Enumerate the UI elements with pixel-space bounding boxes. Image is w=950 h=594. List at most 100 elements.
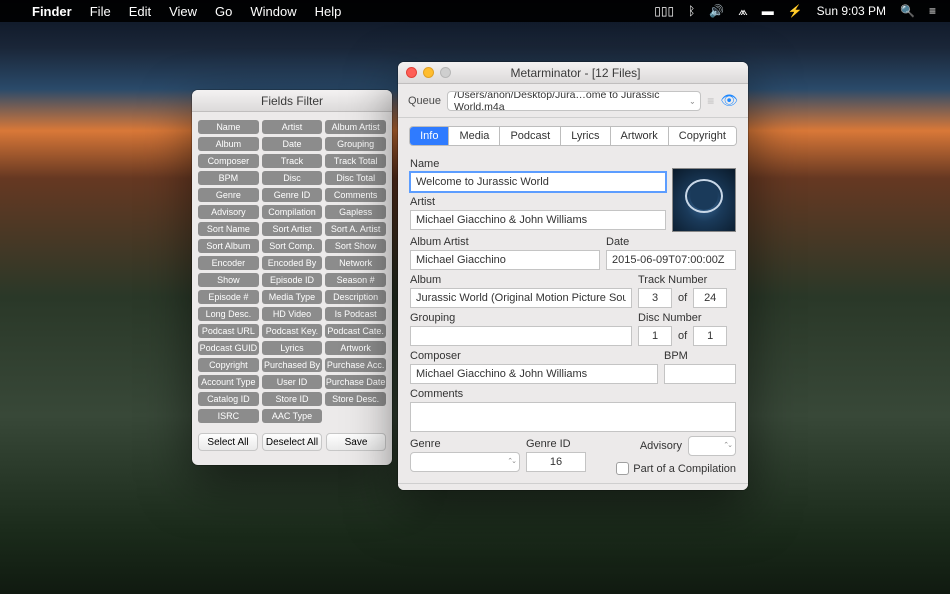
- field-pill[interactable]: Copyright: [198, 358, 259, 372]
- genre-select[interactable]: [410, 452, 520, 472]
- field-pill[interactable]: Advisory: [198, 205, 259, 219]
- charge-icon[interactable]: ⚡: [788, 4, 803, 18]
- field-pill[interactable]: Description: [325, 290, 386, 304]
- field-pill[interactable]: Sort Album: [198, 239, 259, 253]
- field-pill[interactable]: Composer: [198, 154, 259, 168]
- spotlight-icon[interactable]: 🔍: [900, 4, 915, 18]
- disc-no-field[interactable]: [638, 326, 672, 346]
- artist-field[interactable]: [410, 210, 666, 230]
- queue-combo[interactable]: /Users/anon/Desktop/Jura…ome to Jurassic…: [447, 91, 701, 111]
- fields-save-button[interactable]: Save: [326, 433, 386, 451]
- field-pill[interactable]: Podcast Key.: [262, 324, 323, 338]
- field-pill[interactable]: Network: [325, 256, 386, 270]
- field-pill[interactable]: Catalog ID: [198, 392, 259, 406]
- field-pill[interactable]: Sort Name: [198, 222, 259, 236]
- field-pill[interactable]: Date: [262, 137, 323, 151]
- minimize-button[interactable]: [423, 67, 434, 78]
- help-menu[interactable]: Help: [315, 4, 342, 19]
- go-menu[interactable]: Go: [215, 4, 232, 19]
- wifi-icon[interactable]: ⩕: [738, 4, 747, 19]
- field-pill[interactable]: Purchase Date: [325, 375, 386, 389]
- deselect-all-button[interactable]: Deselect All: [262, 433, 322, 451]
- compilation-checkbox[interactable]: [616, 462, 629, 475]
- field-pill[interactable]: Album Artist: [325, 120, 386, 134]
- tab-media[interactable]: Media: [449, 127, 500, 145]
- artwork-thumbnail[interactable]: [672, 168, 736, 232]
- album-field[interactable]: [410, 288, 632, 308]
- close-button[interactable]: [406, 67, 417, 78]
- field-pill[interactable]: Sort Comp.: [262, 239, 323, 253]
- name-field[interactable]: [410, 172, 666, 192]
- field-pill[interactable]: Album: [198, 137, 259, 151]
- field-pill[interactable]: Is Podcast: [325, 307, 386, 321]
- field-pill[interactable]: Artwork: [325, 341, 386, 355]
- advisory-select[interactable]: [688, 436, 736, 456]
- tab-info[interactable]: Info: [410, 127, 449, 145]
- field-pill[interactable]: Track Total: [325, 154, 386, 168]
- field-pill[interactable]: Artist: [262, 120, 323, 134]
- composer-field[interactable]: [410, 364, 658, 384]
- tab-copyright[interactable]: Copyright: [669, 127, 736, 145]
- field-pill[interactable]: Compilation: [262, 205, 323, 219]
- track-no-field[interactable]: [638, 288, 672, 308]
- field-pill[interactable]: Season #: [325, 273, 386, 287]
- field-pill[interactable]: Sort Artist: [262, 222, 323, 236]
- field-pill[interactable]: Purchase Acc.: [325, 358, 386, 372]
- field-pill[interactable]: Comments: [325, 188, 386, 202]
- view-menu[interactable]: View: [169, 4, 197, 19]
- queue-menu-icon[interactable]: ≡: [707, 94, 714, 108]
- file-menu[interactable]: File: [90, 4, 111, 19]
- album-artist-field[interactable]: [410, 250, 600, 270]
- field-pill[interactable]: AAC Type: [262, 409, 323, 423]
- field-pill[interactable]: Disc Total: [325, 171, 386, 185]
- field-pill[interactable]: Store ID: [262, 392, 323, 406]
- field-pill[interactable]: HD Video: [262, 307, 323, 321]
- track-total-field[interactable]: [693, 288, 727, 308]
- tab-artwork[interactable]: Artwork: [611, 127, 669, 145]
- edit-menu[interactable]: Edit: [129, 4, 151, 19]
- field-pill[interactable]: User ID: [262, 375, 323, 389]
- field-pill[interactable]: Genre ID: [262, 188, 323, 202]
- grouping-field[interactable]: [410, 326, 632, 346]
- field-pill[interactable]: Podcast URL: [198, 324, 259, 338]
- zoom-button[interactable]: [440, 67, 451, 78]
- field-pill[interactable]: Grouping: [325, 137, 386, 151]
- field-pill[interactable]: Store Desc.: [325, 392, 386, 406]
- field-pill[interactable]: Gapless: [325, 205, 386, 219]
- field-pill[interactable]: Account Type: [198, 375, 259, 389]
- field-pill[interactable]: Encoded By: [262, 256, 323, 270]
- clock[interactable]: Sun 9:03 PM: [817, 4, 886, 18]
- field-pill[interactable]: Episode #: [198, 290, 259, 304]
- field-pill[interactable]: Name: [198, 120, 259, 134]
- menu-extras-icon[interactable]: ≡: [929, 4, 936, 18]
- field-pill[interactable]: ISRC: [198, 409, 259, 423]
- field-pill[interactable]: Encoder: [198, 256, 259, 270]
- field-pill[interactable]: Podcast Cate.: [325, 324, 386, 338]
- flag-icon[interactable]: ▬: [762, 4, 774, 18]
- battery-icon[interactable]: ▯▯▯: [654, 4, 674, 18]
- field-pill[interactable]: Long Desc.: [198, 307, 259, 321]
- field-pill[interactable]: BPM: [198, 171, 259, 185]
- field-pill[interactable]: Show: [198, 273, 259, 287]
- window-menu[interactable]: Window: [250, 4, 296, 19]
- disc-total-field[interactable]: [693, 326, 727, 346]
- field-pill[interactable]: Sort Show: [325, 239, 386, 253]
- field-pill[interactable]: Genre: [198, 188, 259, 202]
- field-pill[interactable]: Lyrics: [262, 341, 323, 355]
- tab-podcast[interactable]: Podcast: [500, 127, 561, 145]
- select-all-button[interactable]: Select All: [198, 433, 258, 451]
- tab-lyrics[interactable]: Lyrics: [561, 127, 610, 145]
- field-pill[interactable]: Disc: [262, 171, 323, 185]
- comments-field[interactable]: [410, 402, 736, 432]
- field-pill[interactable]: Podcast GUID: [198, 341, 259, 355]
- date-field[interactable]: [606, 250, 736, 270]
- field-pill[interactable]: Track: [262, 154, 323, 168]
- bpm-field[interactable]: [664, 364, 736, 384]
- field-pill[interactable]: Sort A. Artist: [325, 222, 386, 236]
- reveal-icon[interactable]: 👁: [720, 92, 738, 109]
- genre-id-field[interactable]: [526, 452, 586, 472]
- field-pill[interactable]: Media Type: [262, 290, 323, 304]
- bluetooth-icon[interactable]: ᛒ: [688, 4, 695, 18]
- app-menu[interactable]: Finder: [32, 4, 72, 19]
- volume-icon[interactable]: 🔊: [709, 4, 724, 18]
